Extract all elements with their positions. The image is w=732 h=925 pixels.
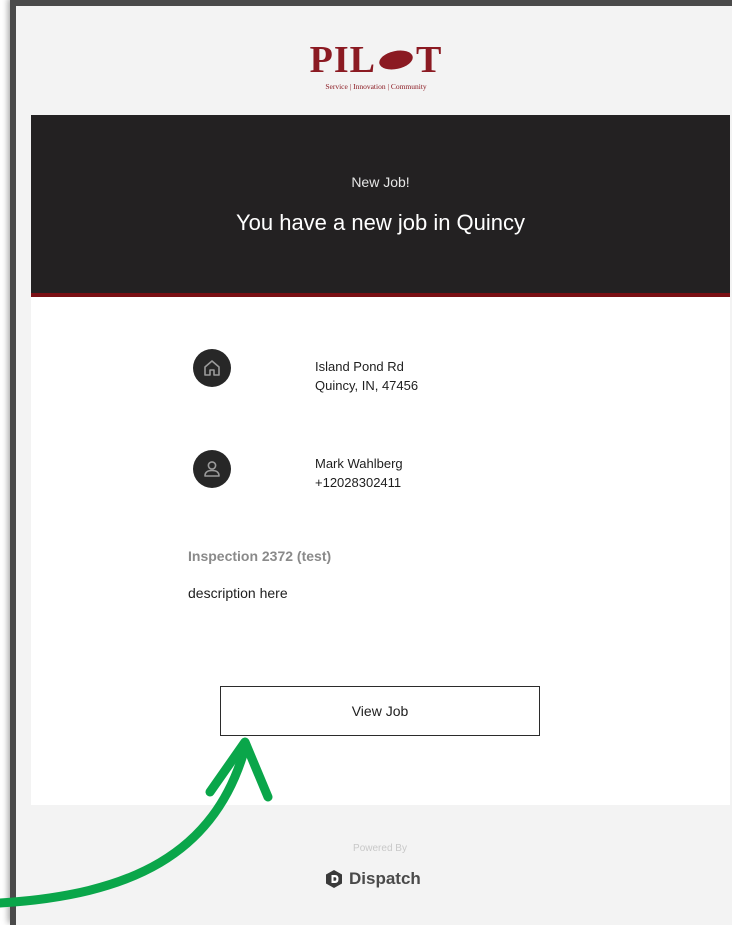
hero-subtitle: New Job! xyxy=(351,174,410,190)
person-icon xyxy=(193,450,231,488)
dispatch-icon xyxy=(326,870,342,888)
dispatch-logo: Dispatch xyxy=(324,866,421,892)
contact-block: Mark Wahlberg +12028302411 xyxy=(315,454,403,492)
address-block: Island Pond Rd Quincy, IN, 47456 xyxy=(315,357,418,395)
job-title: Inspection 2372 (test) xyxy=(188,548,332,564)
logo-text-right: T xyxy=(416,39,443,81)
address-line2: Quincy, IN, 47456 xyxy=(315,378,419,393)
contact-phone[interactable]: +12028302411 xyxy=(315,473,403,492)
email-card: New Job! You have a new job in Quincy Is… xyxy=(31,115,730,805)
dispatch-brand: Dispatch xyxy=(349,869,421,888)
address-line1: Island Pond Rd xyxy=(315,359,404,374)
job-description: description here xyxy=(188,585,288,601)
logo-text-left: PIL xyxy=(309,39,376,81)
logo-tagline: Service | Innovation | Community xyxy=(325,82,427,91)
annotation-arrow-icon xyxy=(0,737,273,908)
powered-by-label: Powered By xyxy=(353,843,407,854)
hero-banner: New Job! You have a new job in Quincy xyxy=(31,115,730,297)
hero-title: You have a new job in Quincy xyxy=(235,210,526,235)
contact-name: Mark Wahlberg xyxy=(315,456,403,471)
home-icon xyxy=(193,349,231,387)
pilot-logo: PIL T Service | Innovation | Community xyxy=(20,40,732,91)
logo-oval-icon xyxy=(377,47,415,73)
